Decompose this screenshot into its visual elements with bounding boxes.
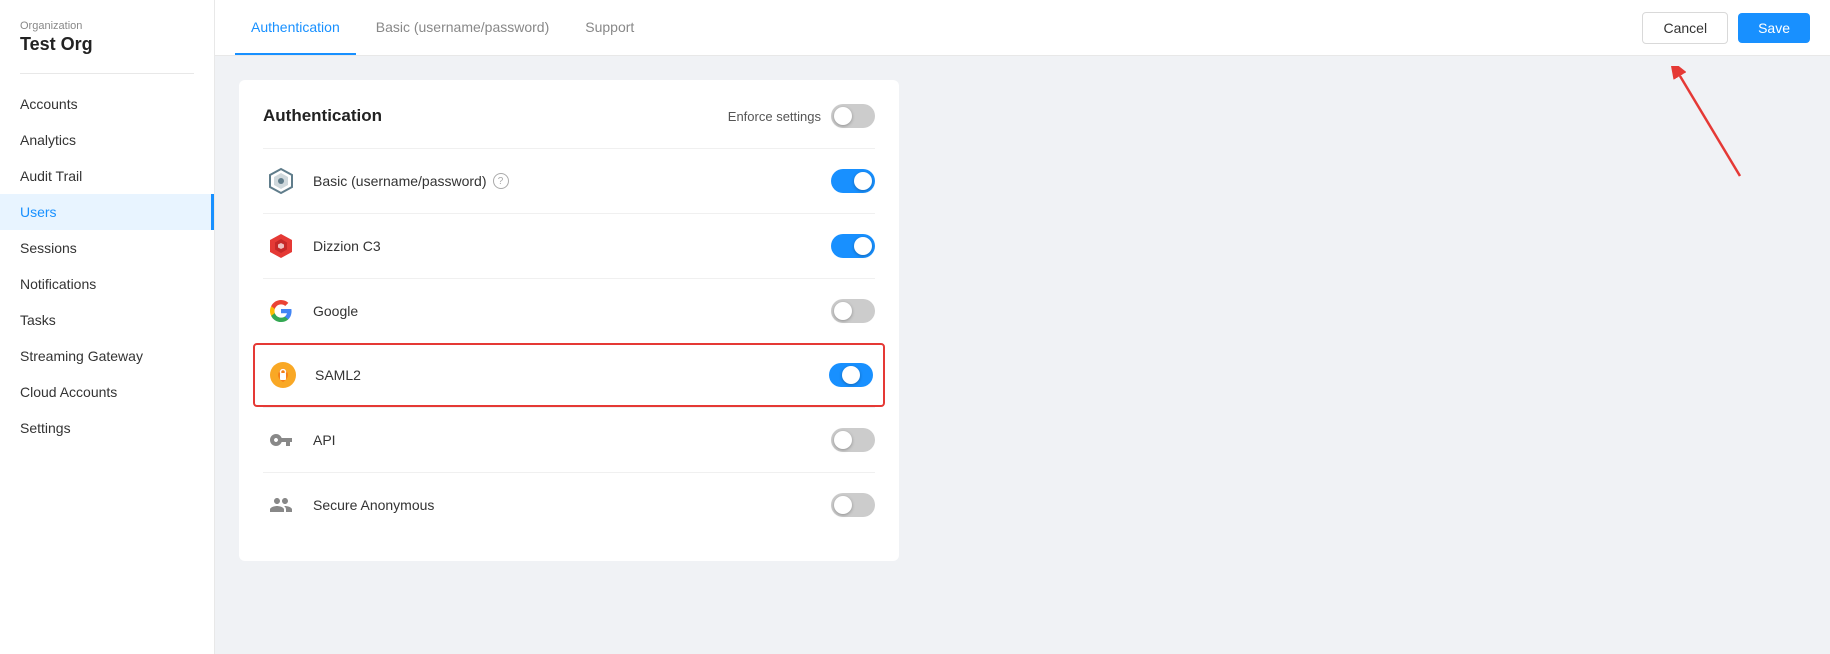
auth-row-dizzion: Dizzion C3 — [263, 213, 875, 278]
sidebar-item-label: Sessions — [20, 240, 77, 256]
sidebar-item-label: Settings — [20, 420, 71, 436]
org-label: Organization — [20, 20, 194, 32]
save-button[interactable]: Save — [1738, 13, 1810, 43]
sidebar-item-label: Analytics — [20, 132, 76, 148]
auth-row-saml2: SAML2 — [253, 343, 885, 407]
auth-row-api: API — [263, 407, 875, 472]
saml2-icon — [265, 357, 301, 393]
saml2-toggle[interactable] — [829, 363, 873, 387]
content-area: Authentication Enforce settings — [215, 56, 1830, 654]
basic-icon — [263, 163, 299, 199]
sidebar-item-label: Cloud Accounts — [20, 384, 117, 400]
api-icon — [263, 422, 299, 458]
enforce-settings-section: Enforce settings — [728, 104, 875, 128]
secure-anon-icon — [263, 487, 299, 523]
sidebar-item-label: Accounts — [20, 96, 78, 112]
dizzion-toggle[interactable] — [831, 234, 875, 258]
enforce-settings-toggle[interactable] — [831, 104, 875, 128]
toggle-knob — [854, 172, 872, 190]
secure-anon-label: Secure Anonymous — [313, 497, 831, 513]
auth-row-basic: Basic (username/password) ? — [263, 148, 875, 213]
sidebar-item-label: Audit Trail — [20, 168, 82, 184]
google-label: Google — [313, 303, 831, 319]
api-label: API — [313, 432, 831, 448]
sidebar-item-sessions[interactable]: Sessions — [0, 230, 214, 266]
sidebar-item-users[interactable]: Users — [0, 194, 214, 230]
auth-card: Authentication Enforce settings — [239, 80, 899, 561]
tab-support[interactable]: Support — [569, 0, 650, 55]
tab-authentication[interactable]: Authentication — [235, 0, 356, 55]
sidebar-nav: Accounts Analytics Audit Trail Users Ses… — [0, 82, 214, 654]
saml2-label: SAML2 — [315, 367, 829, 383]
auth-row-google: Google — [263, 278, 875, 343]
auth-card-header: Authentication Enforce settings — [263, 104, 875, 128]
org-section: Organization Test Org — [0, 0, 214, 65]
red-arrow-annotation — [1670, 66, 1750, 191]
sidebar-item-label: Notifications — [20, 276, 96, 292]
google-icon — [263, 293, 299, 329]
sidebar-item-streaming-gateway[interactable]: Streaming Gateway — [0, 338, 214, 374]
toggle-knob — [834, 431, 852, 449]
toggle-knob — [834, 107, 852, 125]
topbar: Authentication Basic (username/password)… — [215, 0, 1830, 56]
tab-basic[interactable]: Basic (username/password) — [360, 0, 566, 55]
main-area: Authentication Basic (username/password)… — [215, 0, 1830, 654]
auth-card-title: Authentication — [263, 106, 382, 126]
sidebar-divider — [20, 73, 194, 74]
sidebar-item-tasks[interactable]: Tasks — [0, 302, 214, 338]
enforce-settings-label: Enforce settings — [728, 109, 821, 124]
basic-toggle[interactable] — [831, 169, 875, 193]
sidebar-item-audit-trail[interactable]: Audit Trail — [0, 158, 214, 194]
toggle-knob — [842, 366, 860, 384]
basic-label: Basic (username/password) ? — [313, 173, 831, 189]
dizzion-icon — [263, 228, 299, 264]
cancel-button[interactable]: Cancel — [1642, 12, 1728, 44]
secure-anon-toggle[interactable] — [831, 493, 875, 517]
topbar-actions: Cancel Save — [1642, 12, 1810, 44]
toggle-knob — [834, 302, 852, 320]
sidebar: Organization Test Org Accounts Analytics… — [0, 0, 215, 654]
topbar-tabs: Authentication Basic (username/password)… — [235, 0, 654, 55]
sidebar-item-label: Users — [20, 204, 57, 220]
api-toggle[interactable] — [831, 428, 875, 452]
google-toggle[interactable] — [831, 299, 875, 323]
toggle-knob — [834, 496, 852, 514]
sidebar-item-label: Tasks — [20, 312, 56, 328]
sidebar-item-notifications[interactable]: Notifications — [0, 266, 214, 302]
sidebar-item-analytics[interactable]: Analytics — [0, 122, 214, 158]
sidebar-item-label: Streaming Gateway — [20, 348, 143, 364]
toggle-knob — [854, 237, 872, 255]
sidebar-item-accounts[interactable]: Accounts — [0, 86, 214, 122]
dizzion-label: Dizzion C3 — [313, 238, 831, 254]
org-name: Test Org — [20, 34, 194, 55]
sidebar-item-settings[interactable]: Settings — [0, 410, 214, 446]
auth-row-secure-anon: Secure Anonymous — [263, 472, 875, 537]
basic-help-icon[interactable]: ? — [493, 173, 509, 189]
sidebar-item-cloud-accounts[interactable]: Cloud Accounts — [0, 374, 214, 410]
